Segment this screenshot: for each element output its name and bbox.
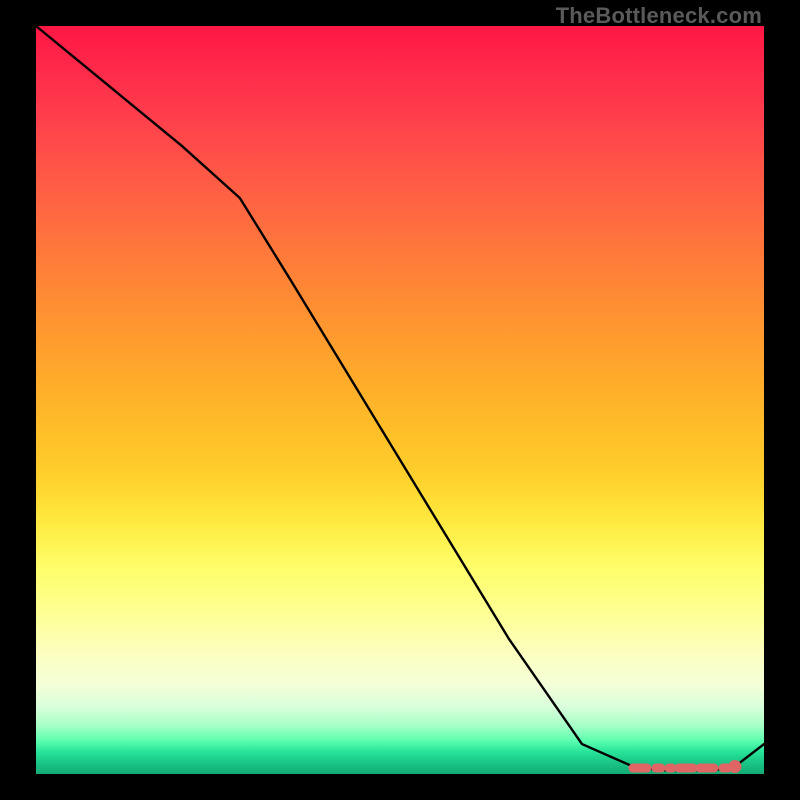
bottleneck-curve-line	[36, 26, 764, 770]
chart-svg-layer	[36, 26, 764, 774]
chart-frame: TheBottleneck.com	[0, 0, 800, 800]
plot-area	[36, 26, 764, 774]
end-marker-dot	[728, 760, 741, 773]
